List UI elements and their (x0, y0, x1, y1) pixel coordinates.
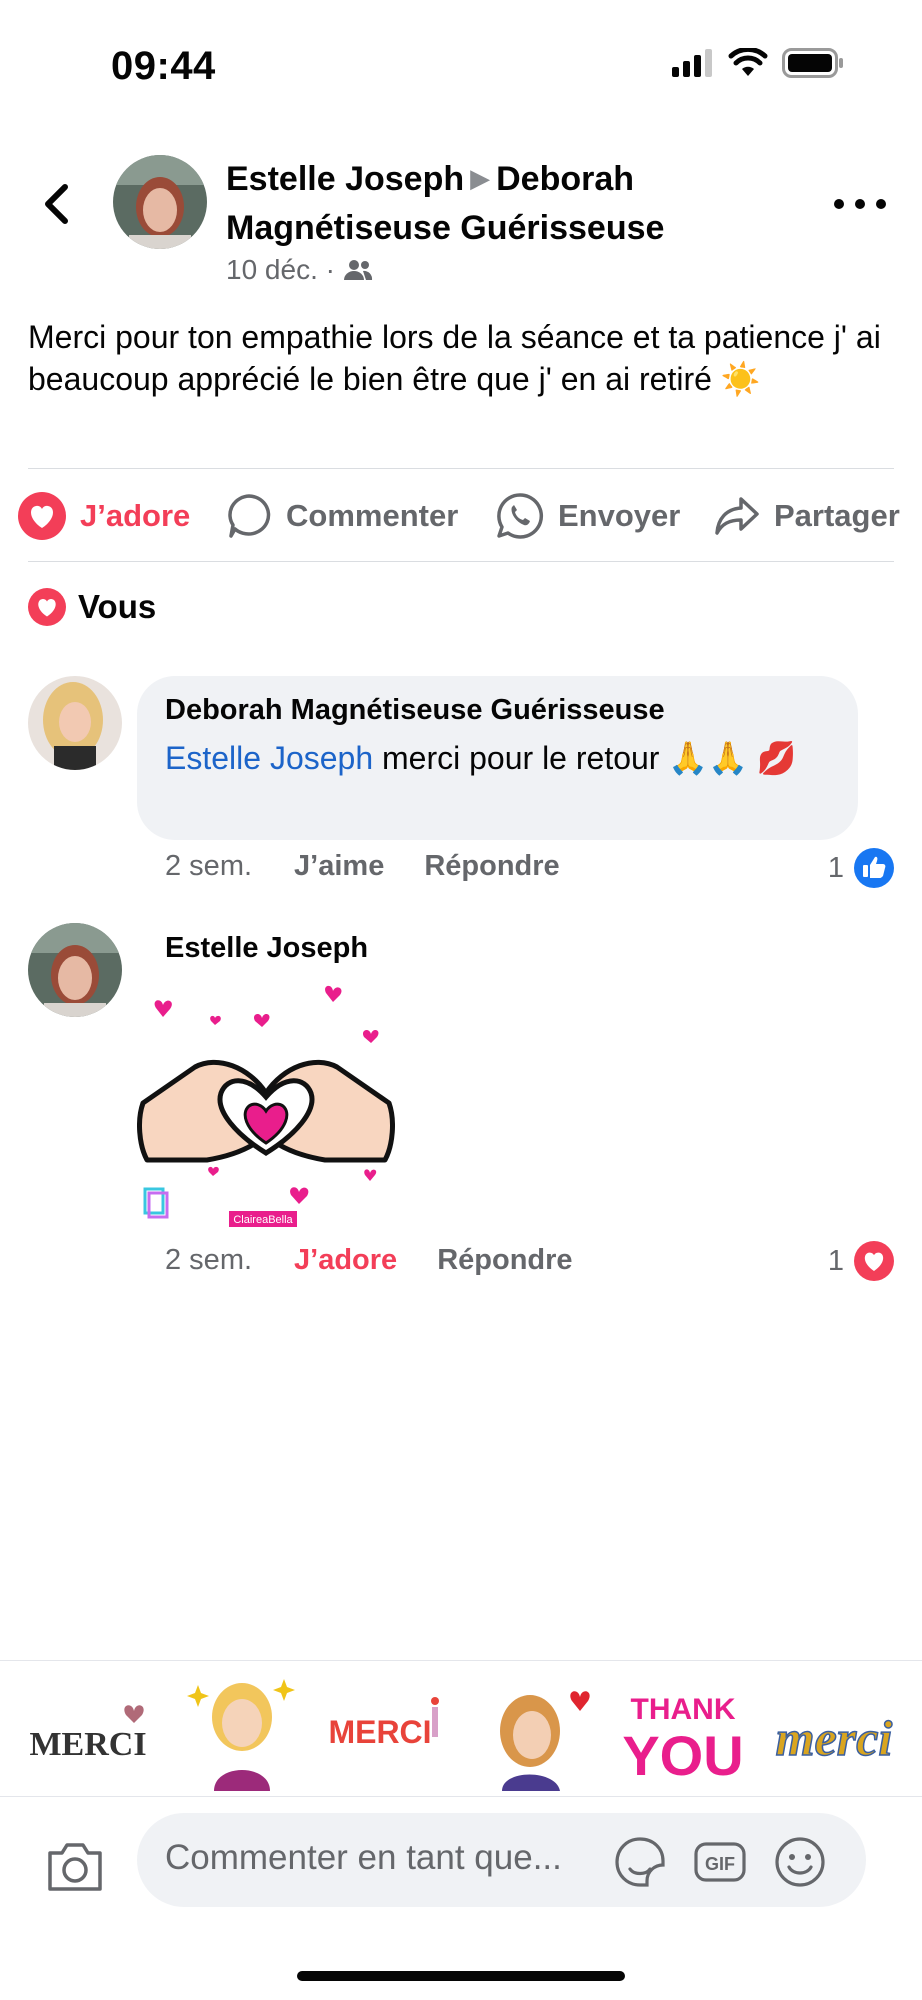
author-name[interactable]: Estelle Joseph (226, 160, 464, 198)
comment-time: 2 sem. (165, 1244, 253, 1276)
sticker-icon[interactable] (613, 1835, 667, 1889)
svg-text:merci: merci (776, 1710, 893, 1766)
svg-text:YOU: YOU (622, 1724, 743, 1787)
more-options-button[interactable] (834, 194, 886, 214)
comment-button[interactable]: Commenter (226, 486, 458, 546)
author-avatar[interactable] (113, 155, 207, 249)
sticker-merci-red[interactable]: MERCI (324, 1671, 454, 1791)
sticker-merci-gold[interactable]: merci (772, 1671, 896, 1791)
reaction-count: 1 (827, 1244, 844, 1277)
avatar-photo (28, 676, 122, 770)
share-button[interactable]: Partager (714, 486, 900, 546)
svg-text:MERCI: MERCI (29, 1726, 146, 1763)
share-label: Partager (774, 498, 900, 533)
comment-reaction-count[interactable]: 1 (828, 1241, 894, 1281)
post-text: Merci pour ton empathie lors de la séanc… (28, 319, 881, 397)
send-button[interactable]: Envoyer (496, 486, 680, 546)
commenter-avatar[interactable] (28, 676, 122, 770)
sticker-suggestions: MERCI MERCI THANK YOU merci (0, 1660, 922, 1796)
comment-actions: 2 sem. J’aime Répondre (165, 850, 600, 883)
battery-icon (782, 48, 843, 78)
camera-icon (48, 1843, 102, 1891)
comment-bubble: Deborah Magnétiseuse Guérisseuse Estelle… (137, 676, 858, 840)
reply-button[interactable]: Répondre (437, 1244, 572, 1277)
heart-reaction-icon (28, 588, 66, 626)
avatar-photo (28, 923, 122, 1017)
sticker-merci-heart[interactable]: MERCI (28, 1671, 152, 1791)
reactions-summary[interactable]: Vous (28, 588, 156, 626)
svg-text:MERCI: MERCI (328, 1714, 431, 1750)
post-date[interactable]: 10 déc. · (226, 254, 335, 286)
action-bar: J’adore Commenter Envoyer Partager (0, 486, 922, 546)
sticker-avatar-thanks[interactable] (180, 1671, 304, 1791)
comment-composer-area: Commenter en tant que... GIF (0, 1796, 922, 2000)
love-comment-button[interactable]: J’adore (294, 1244, 397, 1277)
avatar-photo (113, 155, 207, 249)
signal-icon (672, 49, 712, 77)
back-button[interactable] (34, 178, 78, 230)
like-reaction-icon (854, 848, 894, 888)
status-time: 09:44 (111, 44, 216, 88)
gif-icon[interactable]: GIF (693, 1835, 747, 1889)
comment-icon (228, 494, 271, 538)
comment-input[interactable]: Commenter en tant que... GIF (137, 1813, 866, 1907)
wifi-icon (728, 48, 768, 76)
love-label: J’adore (80, 498, 191, 533)
comment-body: merci pour le retour 🙏🙏 💋 (373, 740, 797, 776)
reply-button[interactable]: Répondre (424, 850, 559, 883)
like-comment-button[interactable]: J’aime (294, 850, 384, 883)
whatsapp-icon (497, 493, 544, 539)
status-icons (672, 48, 844, 78)
comment-author[interactable]: Deborah Magnétiseuse Guérisseuse (165, 694, 665, 727)
post-meta: 10 déc. · (226, 254, 373, 286)
home-indicator[interactable] (297, 1971, 625, 1981)
sticker-thank-you[interactable]: THANK YOU (620, 1671, 750, 1791)
comment-time: 2 sem. (165, 850, 253, 882)
share-icon (715, 497, 759, 535)
post-title: Estelle Joseph ▶ Deborah Magnétiseuse Guér… (226, 156, 726, 252)
comment-actions: 2 sem. J’adore Répondre (165, 1244, 613, 1277)
heart-hands-icon: ClaireaBella (137, 985, 395, 1227)
camera-button[interactable] (44, 1835, 106, 1897)
comment-label: Commenter (286, 498, 459, 533)
reactors-label: Vous (78, 588, 157, 625)
love-button[interactable]: J’adore (18, 486, 190, 546)
mention-link[interactable]: Estelle Joseph (165, 740, 373, 776)
heart-reaction-icon (18, 492, 66, 540)
heart-hands-sticker[interactable]: ClaireaBella (137, 985, 395, 1230)
comment-text: Estelle Joseph merci pour le retour 🙏🙏 💋 (165, 736, 845, 780)
divider (28, 468, 894, 469)
arrow-right-icon: ▶ (470, 163, 491, 193)
comment-author[interactable]: Estelle Joseph (165, 932, 368, 965)
comment-reaction-count[interactable]: 1 (828, 848, 894, 888)
friends-icon (343, 260, 373, 280)
emoji-icon[interactable] (773, 1835, 827, 1889)
send-label: Envoyer (558, 498, 681, 533)
svg-text:THANK: THANK (631, 1693, 736, 1726)
divider (28, 561, 894, 562)
svg-text:GIF: GIF (705, 1854, 735, 1874)
chevron-left-icon (45, 184, 68, 224)
reaction-count: 1 (827, 851, 844, 884)
comment-placeholder: Commenter en tant que... (165, 1838, 562, 1877)
heart-reaction-icon (854, 1241, 894, 1281)
sticker-watermark: ClaireaBella (233, 1214, 293, 1226)
sticker-avatar-kiss[interactable] (476, 1671, 600, 1791)
status-bar: 09:44 (0, 0, 922, 130)
post-header: Estelle Joseph ▶ Deborah Magnétiseuse Guér… (0, 150, 922, 290)
commenter-avatar[interactable] (28, 923, 122, 1017)
